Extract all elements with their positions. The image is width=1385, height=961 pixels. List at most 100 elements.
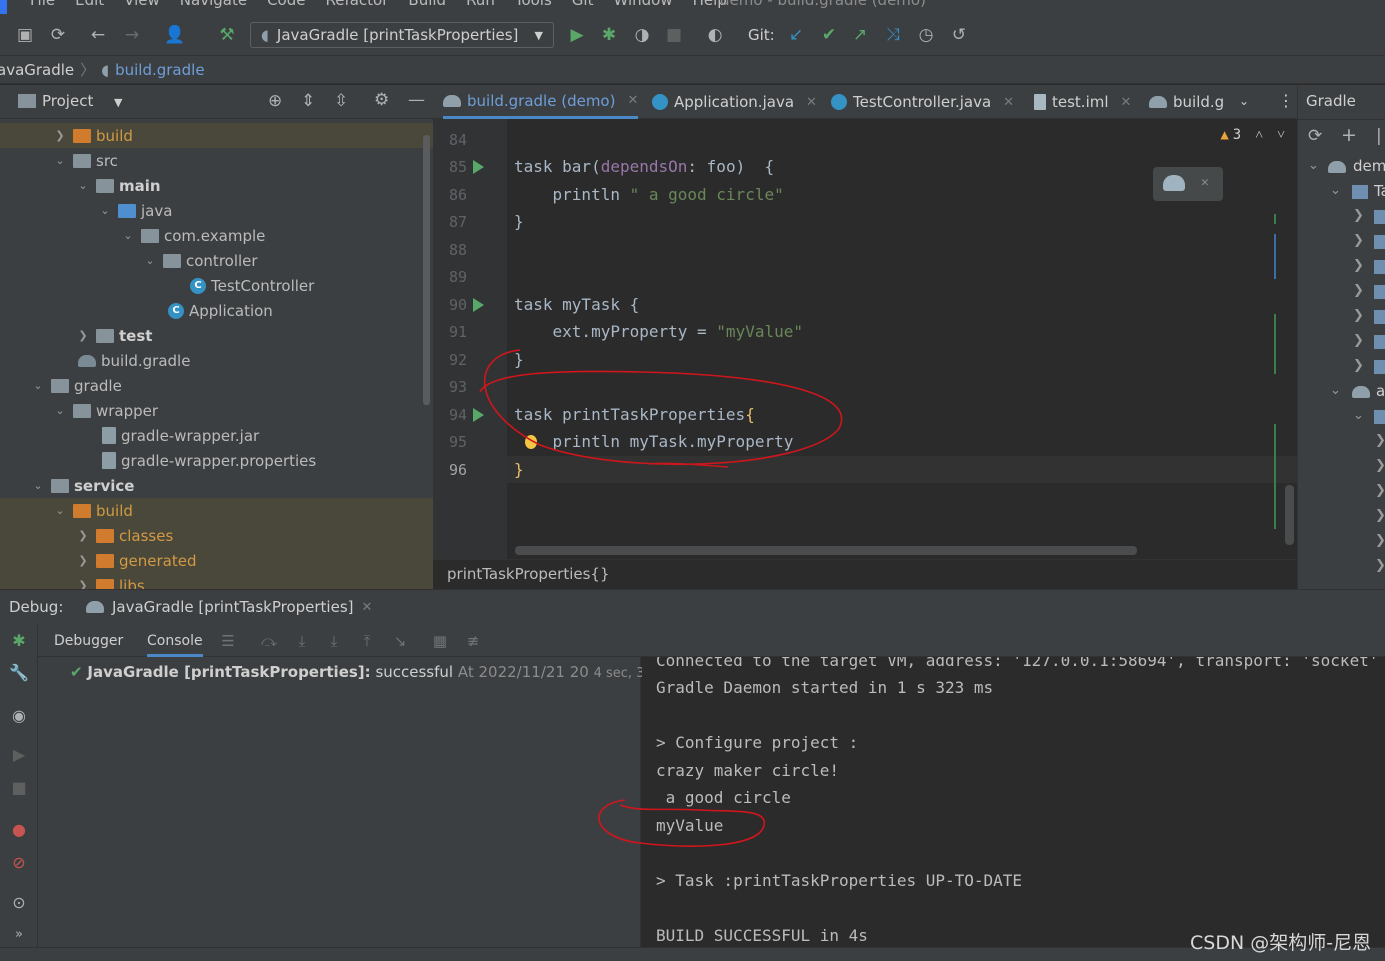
tree-item[interactable]: ⌄ gradle (0, 373, 433, 398)
gradle-load-changes-popup[interactable]: ✕ (1153, 167, 1223, 201)
editor-breadcrumb[interactable]: printTaskProperties{} (433, 559, 1297, 589)
chevron-right-icon[interactable]: ❯ (76, 554, 90, 567)
tree-item[interactable]: ❯ test (0, 323, 433, 348)
console-output[interactable]: Connected to the target VM, address: '12… (642, 657, 1385, 947)
chevron-right-icon[interactable]: ❯ (1353, 358, 1364, 373)
code-editor[interactable]: 84 85 86 87 88 89 90 91 92 93 94 95 96 t… (433, 119, 1297, 559)
chevron-right-icon[interactable]: ❯ (1353, 208, 1364, 223)
close-icon[interactable]: ✕ (1201, 175, 1209, 190)
run-config-select[interactable]: ◖ JavaGradle [printTaskProperties] ▼ (250, 22, 554, 48)
chevron-down-icon[interactable]: ⌄ (31, 479, 45, 492)
mute-breakpoints-icon[interactable]: ⊘ (9, 853, 29, 873)
menu-view[interactable]: View (124, 0, 160, 9)
git-merge-icon[interactable]: ⤨ (882, 24, 904, 46)
tab-debugger[interactable]: Debugger (54, 625, 123, 657)
refresh-icon[interactable]: ⟳ (1308, 126, 1322, 146)
trace-icon[interactable]: ≢ (463, 631, 483, 651)
chevron-right-icon[interactable]: ❯ (76, 329, 90, 342)
sync-icon[interactable]: ⟳ (47, 24, 69, 46)
chevron-right-icon[interactable]: ❯ (1353, 283, 1364, 298)
gear-icon[interactable]: ⚙ (374, 90, 389, 110)
inspection-widget[interactable]: ▲ 3 ˄ ˅ (1220, 127, 1285, 144)
gradle-tree-item[interactable]: ⌄ (1298, 405, 1385, 430)
eye-icon[interactable]: ◉ (9, 706, 29, 726)
tab-build-gradle-demo[interactable]: build.gradle (demo) ✕ (443, 85, 639, 119)
tab-testcontroller-java[interactable]: TestController.java ✕ (831, 85, 1014, 119)
tree-item[interactable]: ⌄ wrapper (0, 398, 433, 423)
chevron-right-icon[interactable]: ❯ (1353, 233, 1364, 248)
back-arrow-icon[interactable]: ← (87, 24, 109, 46)
step-over-icon[interactable]: ⤼ (259, 631, 279, 651)
gradle-tree-item[interactable]: ❯ (1298, 330, 1385, 355)
chevron-right-icon[interactable]: ❯ (1375, 483, 1385, 498)
hide-icon[interactable]: — (408, 90, 425, 110)
save-icon[interactable]: ▣ (14, 24, 36, 46)
add-icon[interactable]: + (1341, 124, 1357, 146)
tree-item[interactable]: ⌄ service (0, 473, 433, 498)
tree-item[interactable]: C Application (0, 298, 433, 323)
gradle-tree-item[interactable]: ❯ (1298, 430, 1385, 455)
gradle-tree-item[interactable]: ❯ (1298, 455, 1385, 480)
debug-bug-icon[interactable]: ✱ (598, 24, 620, 46)
tree-item[interactable]: ⌄ com.example (0, 223, 433, 248)
expand-all-icon[interactable]: ⇕ (301, 91, 315, 111)
gradle-refresh-icon[interactable]: ◐ (704, 24, 726, 46)
close-icon[interactable]: ✕ (361, 600, 372, 615)
coverage-icon[interactable]: ◑ (631, 24, 653, 46)
menu-lines-icon[interactable]: ☰ (218, 631, 238, 651)
chevron-right-icon[interactable]: ❯ (76, 529, 90, 542)
git-push-icon[interactable]: ↗ (849, 24, 871, 46)
chevron-right-icon[interactable]: ❯ (1375, 508, 1385, 523)
project-view-title[interactable]: Project (42, 92, 93, 110)
tree-item[interactable]: ❯ generated (0, 548, 433, 573)
tree-item[interactable]: ❯ build (0, 123, 433, 148)
gradle-tree-item[interactable]: ⌄ ap (1298, 380, 1385, 405)
chevron-right-icon[interactable]: ❯ (1375, 458, 1385, 473)
chevron-right-icon[interactable]: ❯ (76, 579, 90, 589)
tree-item[interactable]: ⌄ build (0, 498, 433, 523)
gradle-tree-item[interactable]: ⌄ Ta (1298, 180, 1385, 205)
close-icon[interactable]: ✕ (1003, 95, 1014, 110)
chevron-down-icon[interactable]: ⌄ (143, 254, 157, 267)
chevron-right-icon[interactable]: ❯ (1375, 433, 1385, 448)
tree-item[interactable]: ⌄ java (0, 198, 433, 223)
menu-build[interactable]: Build (408, 0, 446, 9)
gradle-tree-item[interactable]: ❯ (1298, 555, 1385, 580)
resume-icon[interactable]: ▶ (9, 745, 29, 765)
menu-edit[interactable]: Edit (75, 0, 104, 9)
gradle-tree-item[interactable]: ❯ (1298, 530, 1385, 555)
menu-navigate[interactable]: Navigate (180, 0, 247, 9)
stop-icon[interactable]: ■ (9, 778, 29, 798)
more-icon[interactable]: ⋮ (1278, 91, 1294, 110)
gradle-tree-item[interactable]: ❯ (1298, 230, 1385, 255)
evaluate-icon[interactable]: ▦ (430, 631, 450, 651)
chevron-right-icon[interactable]: ❯ (53, 129, 67, 142)
chevron-down-icon[interactable]: ˅ (1277, 127, 1285, 144)
menu-code[interactable]: Code (267, 0, 305, 9)
git-commit-icon[interactable]: ✔ (818, 24, 840, 46)
git-update-icon[interactable]: ↙ (785, 24, 807, 46)
close-icon[interactable]: ✕ (806, 95, 817, 110)
build-hammer-icon[interactable]: ⚒ (216, 24, 238, 46)
chevron-right-icon[interactable]: ❯ (1353, 333, 1364, 348)
tab-console[interactable]: Console (147, 625, 203, 657)
wrench-icon[interactable]: 🔧 (9, 663, 29, 683)
menu-window[interactable]: Window (613, 0, 672, 9)
more-icon[interactable]: | (1376, 126, 1382, 146)
gradle-tree-item[interactable]: ⌄ dem (1298, 155, 1385, 180)
forward-arrow-icon[interactable]: → (121, 24, 143, 46)
chevron-down-icon[interactable]: ⌄ (31, 379, 45, 392)
menu-run[interactable]: Run (466, 0, 495, 9)
tree-item[interactable]: ⌄ controller (0, 248, 433, 273)
more-icon[interactable]: » (9, 925, 29, 945)
chevron-down-icon[interactable]: ⌄ (1353, 408, 1364, 423)
editor-vertical-scrollbar[interactable] (1285, 485, 1294, 545)
tree-item[interactable]: ⌄ src (0, 148, 433, 173)
chevron-down-icon[interactable]: ⌄ (1308, 158, 1319, 173)
chevron-down-icon[interactable]: ⌄ (53, 154, 67, 167)
gradle-tree-item[interactable]: ❯ (1298, 205, 1385, 230)
run-icon[interactable]: ▶ (566, 24, 588, 46)
gradle-tree-item[interactable]: ❯ (1298, 255, 1385, 280)
close-icon[interactable]: ✕ (627, 93, 638, 108)
rollback-icon[interactable]: ↺ (948, 24, 970, 46)
